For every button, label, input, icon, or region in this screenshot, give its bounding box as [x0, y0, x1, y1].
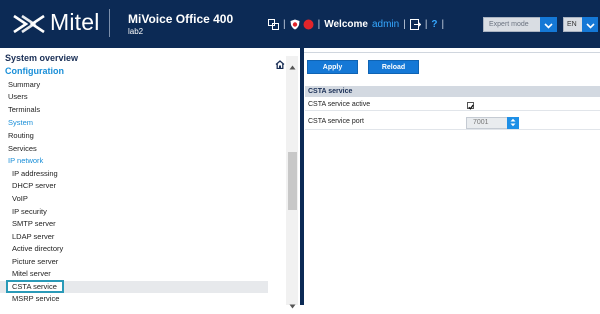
header-toolbar: | | Welcome admin | | ? | [268, 16, 448, 32]
reload-button[interactable]: Reload [368, 60, 419, 74]
header-separator: | [283, 18, 286, 30]
mode-dropdown-button[interactable] [540, 17, 557, 32]
chevron-down-icon [544, 16, 553, 34]
help-link[interactable]: ? [431, 19, 437, 30]
header-separator: | [424, 18, 428, 30]
apply-button[interactable]: Apply [307, 60, 358, 74]
brand-name: Mitel [50, 9, 100, 35]
chevron-down-icon [585, 16, 595, 34]
csta-port-label: CSTA service port [308, 118, 364, 125]
language-dropdown-button[interactable] [582, 17, 598, 32]
content-top-line [304, 52, 600, 53]
nav-users[interactable]: Users [8, 92, 28, 101]
scrollbar-thumb[interactable] [288, 152, 297, 210]
nav-csta-service[interactable]: CSTA service [12, 282, 57, 291]
spinner-arrows-icon [510, 114, 516, 132]
nav-routing[interactable]: Routing [8, 131, 34, 140]
nav-system[interactable]: System [8, 118, 33, 127]
product-name: MiVoice Office 400 [128, 12, 234, 26]
site-name: lab2 [128, 27, 144, 36]
configuration-heading[interactable]: Configuration [5, 66, 64, 76]
scroll-down-icon[interactable] [289, 296, 296, 314]
sitemap-icon[interactable] [268, 18, 279, 30]
system-overview-link[interactable]: System overview [5, 53, 78, 63]
csta-active-label: CSTA service active [308, 101, 371, 108]
nav-ldap-server[interactable]: LDAP server [12, 232, 54, 241]
checkmark-icon [467, 97, 474, 115]
header-separator: | [441, 18, 445, 30]
nav-smtp-server[interactable]: SMTP server [12, 219, 56, 228]
user-link[interactable]: admin [372, 19, 399, 30]
nav-picture-server[interactable]: Picture server [12, 257, 58, 266]
logout-icon[interactable] [409, 18, 421, 30]
csta-port-input[interactable]: 7001 [466, 117, 508, 129]
nav-voip[interactable]: VoIP [12, 194, 28, 203]
mitel-logo-icon [12, 10, 46, 38]
scroll-up-icon[interactable] [289, 57, 296, 75]
nav-ip-network[interactable]: IP network [8, 156, 43, 165]
header-separator: | [317, 18, 321, 30]
welcome-label: Welcome [324, 18, 368, 30]
header-separator: | [403, 18, 406, 30]
alarm-status-icon[interactable] [303, 19, 314, 30]
nav-ip-addressing[interactable]: IP addressing [12, 169, 58, 178]
panel-divider[interactable] [300, 48, 304, 305]
language-select[interactable]: EN [563, 17, 583, 32]
header-divider [109, 9, 110, 37]
section-title: CSTA service [305, 86, 600, 97]
port-spinner-button[interactable] [507, 117, 519, 129]
nav-summary[interactable]: Summary [8, 80, 40, 89]
home-icon[interactable] [275, 56, 285, 74]
nav-mitel-server[interactable]: Mitel server [12, 269, 51, 278]
csta-active-checkbox[interactable] [467, 102, 474, 110]
nav-terminals[interactable]: Terminals [8, 105, 40, 114]
nav-msrp-service[interactable]: MSRP service [12, 294, 59, 303]
nav-ip-security[interactable]: IP security [12, 207, 47, 216]
nav-active-directory[interactable]: Active directory [12, 244, 63, 253]
security-shield-icon[interactable] [290, 19, 300, 30]
nav-dhcp-server[interactable]: DHCP server [12, 181, 56, 190]
top-header: Mitel MiVoice Office 400 lab2 | | Welcom… [0, 0, 600, 48]
nav-services[interactable]: Services [8, 144, 37, 153]
